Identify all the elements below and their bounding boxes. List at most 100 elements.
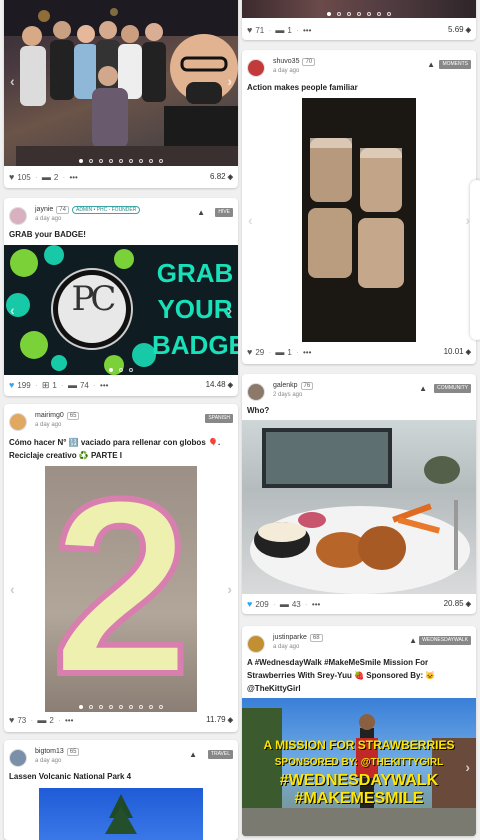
post-image-spanish[interactable]: 2 ‹ ›: [4, 466, 238, 712]
post-card-group-photo[interactable]: ‹ › ♥ 105 · ▬ 2 · ••• 6.82 ◈: [4, 0, 238, 188]
edge-panel-handle[interactable]: [470, 180, 480, 340]
community-tag[interactable]: SPANISH: [205, 414, 233, 423]
carousel-dot[interactable]: [119, 368, 123, 372]
more-button[interactable]: •••: [100, 381, 108, 390]
chevron-right-icon[interactable]: ›: [465, 759, 470, 775]
carousel-dot[interactable]: [129, 705, 133, 709]
carousel-dot[interactable]: [129, 368, 133, 372]
more-button[interactable]: •••: [65, 716, 73, 725]
more-button[interactable]: •••: [303, 348, 311, 357]
avatar[interactable]: [9, 413, 27, 431]
carousel-dot[interactable]: [337, 12, 341, 16]
username[interactable]: bigtom13: [35, 748, 64, 755]
carousel-dot[interactable]: [367, 12, 371, 16]
chevron-left-icon[interactable]: ‹: [10, 302, 15, 318]
comment-count[interactable]: 1: [287, 348, 291, 357]
comment-icon[interactable]: ▬: [42, 172, 51, 182]
payout[interactable]: 14.48 ◈: [206, 377, 233, 394]
avatar[interactable]: [247, 383, 265, 401]
carousel-dot[interactable]: [79, 705, 83, 709]
carousel-dot[interactable]: [159, 159, 163, 163]
vote-count[interactable]: 209: [255, 600, 268, 609]
carousel-dot[interactable]: [347, 12, 351, 16]
gift-count[interactable]: 1: [52, 381, 56, 390]
avatar[interactable]: [247, 635, 265, 653]
post-image-food[interactable]: [242, 420, 476, 594]
vote-count[interactable]: 71: [255, 26, 264, 35]
post-image-walk[interactable]: A MISSION FOR STRAWBERRIES SPONSORED BY:…: [242, 698, 476, 836]
post-card-moments[interactable]: shuvo35 70 a day ago ▲ MOMENTS Action mak…: [242, 50, 476, 364]
post-image-lassen[interactable]: [4, 788, 238, 840]
more-button[interactable]: •••: [69, 173, 77, 182]
chevron-left-icon[interactable]: ‹: [10, 581, 15, 597]
comment-icon[interactable]: ▬: [37, 715, 46, 725]
post-title[interactable]: Who?: [247, 404, 471, 417]
more-button[interactable]: •••: [312, 600, 320, 609]
community-tag[interactable]: WEDNESDAYWALK: [419, 636, 471, 645]
username[interactable]: mairimg0: [35, 412, 64, 419]
post-title[interactable]: Lassen Volcanic National Park 4: [9, 770, 233, 783]
post-time[interactable]: a day ago: [273, 68, 299, 74]
post-card-spanish[interactable]: mairimg0 65 a day ago SPANISH Cómo hacer …: [4, 404, 238, 732]
heart-icon[interactable]: ♥: [247, 599, 252, 609]
carousel-dot[interactable]: [139, 705, 143, 709]
community-tag[interactable]: MOMENTS: [439, 60, 471, 69]
heart-icon[interactable]: ♥: [9, 715, 14, 725]
carousel-dot[interactable]: [109, 368, 113, 372]
carousel-dot[interactable]: [99, 159, 103, 163]
post-card-who[interactable]: galenkp 76 2 days ago ▲ COMMUNITY Who? ♥…: [242, 374, 476, 614]
carousel-dot[interactable]: [99, 705, 103, 709]
carousel-dot[interactable]: [159, 705, 163, 709]
comment-count[interactable]: 74: [80, 381, 89, 390]
post-title[interactable]: Cómo hacer N° 🔢 vaciado para rellenar co…: [9, 436, 233, 462]
post-time[interactable]: a day ago: [35, 422, 61, 428]
carousel-dot[interactable]: [119, 705, 123, 709]
vote-count[interactable]: 29: [255, 348, 264, 357]
gift-icon[interactable]: ⊞: [42, 380, 50, 390]
post-image-group-photo[interactable]: ‹ ›: [4, 0, 238, 166]
post-card-badge[interactable]: jaynie 74 ADMIN • PHC - FOUNDER a day ago …: [4, 198, 238, 396]
carousel-dot[interactable]: [327, 12, 331, 16]
carousel-dot[interactable]: [119, 159, 123, 163]
carousel-dot[interactable]: [149, 705, 153, 709]
carousel-dot[interactable]: [89, 159, 93, 163]
post-time[interactable]: a day ago: [273, 644, 299, 650]
carousel-dot[interactable]: [89, 705, 93, 709]
username[interactable]: galenkp: [273, 382, 298, 389]
comment-icon[interactable]: ▬: [280, 599, 289, 609]
avatar[interactable]: [247, 59, 265, 77]
post-image-badge[interactable]: PC GRAB YOUR BADGE ‹ ›: [4, 245, 238, 375]
comment-count[interactable]: 1: [287, 26, 291, 35]
post-title[interactable]: A #WednesdayWalk #MakeMeSmile Mission Fo…: [247, 656, 471, 695]
post-time[interactable]: a day ago: [35, 216, 61, 222]
comment-count[interactable]: 2: [49, 716, 53, 725]
carousel-dot[interactable]: [149, 159, 153, 163]
avatar[interactable]: [9, 749, 27, 767]
vote-count[interactable]: 105: [17, 173, 30, 182]
comment-icon[interactable]: ▬: [68, 380, 77, 390]
payout[interactable]: 11.79 ◈: [206, 712, 233, 729]
carousel-dot[interactable]: [109, 159, 113, 163]
carousel-dot[interactable]: [377, 12, 381, 16]
payout[interactable]: 5.69 ◈: [448, 22, 471, 39]
carousel-dot[interactable]: [387, 12, 391, 16]
vote-count[interactable]: 199: [17, 381, 30, 390]
post-image-top[interactable]: [242, 0, 476, 18]
payout[interactable]: 20.85 ◈: [444, 596, 471, 613]
payout[interactable]: 10.01 ◈: [444, 344, 471, 361]
post-card-lassen[interactable]: bigtom13 65 a day ago ▲ TRAVEL Lassen Vol…: [4, 740, 238, 840]
carousel-dot[interactable]: [79, 159, 83, 163]
heart-icon[interactable]: ♥: [247, 25, 252, 35]
chevron-right-icon[interactable]: ›: [227, 73, 232, 89]
post-card-top[interactable]: ♥ 71 · ▬ 1 · ••• 5.69 ◈: [242, 0, 476, 40]
username[interactable]: justinparke: [273, 634, 307, 641]
heart-icon[interactable]: ♥: [9, 172, 14, 182]
more-button[interactable]: •••: [303, 26, 311, 35]
community-tag[interactable]: TRAVEL: [207, 750, 233, 759]
payout[interactable]: 6.82 ◈: [210, 169, 233, 186]
post-time[interactable]: 2 days ago: [273, 392, 302, 398]
carousel-dot[interactable]: [357, 12, 361, 16]
vote-count[interactable]: 73: [17, 716, 26, 725]
comment-count[interactable]: 2: [54, 173, 58, 182]
chevron-right-icon[interactable]: ›: [227, 302, 232, 318]
